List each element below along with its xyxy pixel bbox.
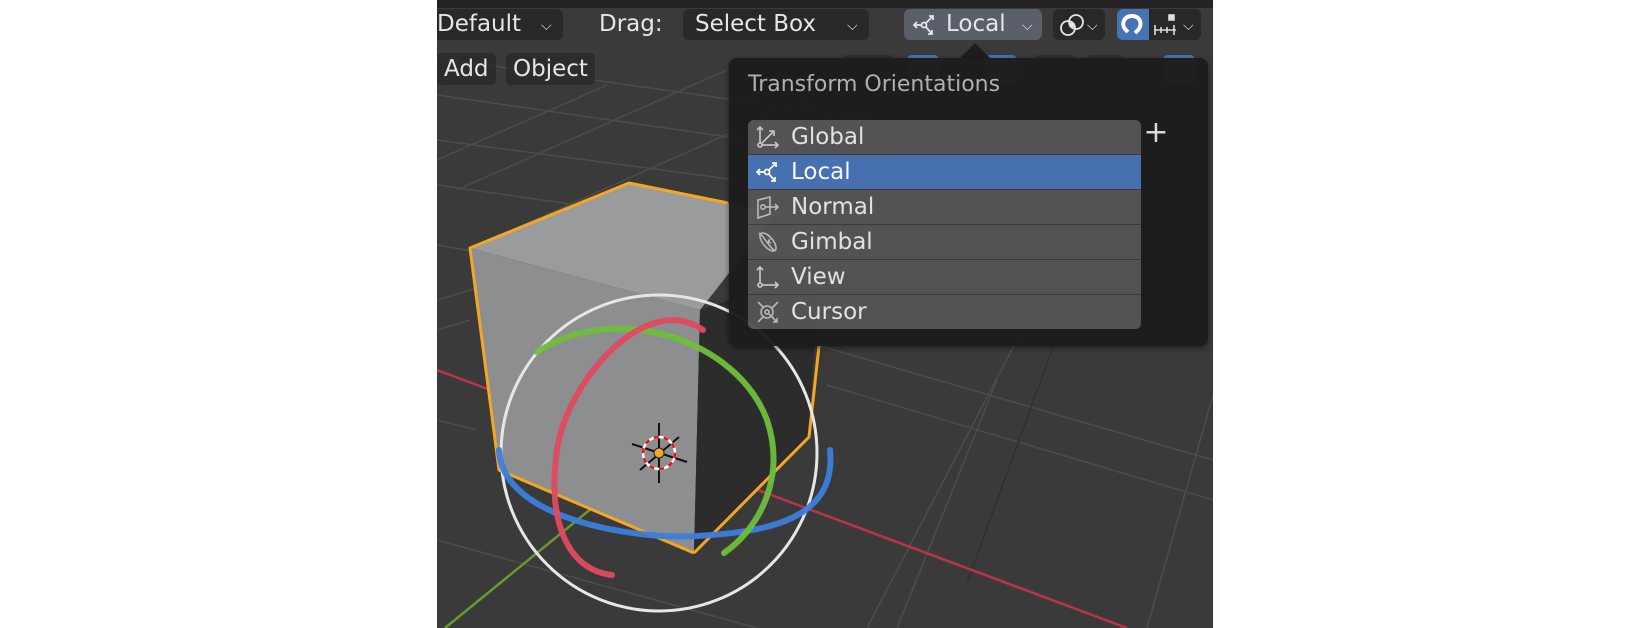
global-orientation-icon [753,122,783,152]
drag-label: Drag: [599,11,663,37]
chevron-down-icon: ⌵ [1183,18,1194,34]
orientation-list: Global Local Normal Gimbal View Cursor [748,120,1141,329]
drag-tool-value: Select Box [695,11,817,37]
gimbal-orientation-icon [753,227,783,257]
orientation-preset-value: Default [437,11,522,37]
magnet-icon [1120,12,1146,47]
menu-add[interactable]: Add [437,53,496,85]
snap-increment-icon [1152,12,1178,47]
grid-line-dark [966,349,1053,584]
orientation-item-gimbal[interactable]: Gimbal [748,224,1141,259]
orientation-item-normal[interactable]: Normal [748,189,1141,224]
drag-tool-dropdown[interactable]: Select Box ⌵ [683,9,869,40]
orientation-item-label: View [791,264,846,290]
orientation-item-cursor[interactable]: Cursor [748,294,1141,329]
top-border [437,0,1213,8]
orientation-item-label: Local [791,159,851,185]
popup-pointer [959,43,991,59]
orientation-item-label: Gimbal [791,229,873,255]
add-orientation-button[interactable]: + [1141,118,1171,148]
orientation-item-label: Cursor [791,299,867,325]
3d-viewport[interactable]: Default ⌵ Drag: Select Box ⌵ Local ⌵ ⌵ ⌵… [437,0,1213,628]
pivot-point-icon [1059,12,1085,47]
transform-orientations-popup: Transform Orientations + Global Local No… [729,58,1208,346]
transform-orientation-value: Local [946,11,1006,37]
chevron-down-icon: ⌵ [541,18,552,34]
popup-title: Transform Orientations [748,72,1001,97]
chevron-down-icon: ⌵ [1022,18,1033,34]
orientation-item-global[interactable]: Global [748,120,1141,154]
view-orientation-icon [753,262,783,292]
orientation-item-local[interactable]: Local [748,154,1141,189]
chevron-down-icon: ⌵ [847,18,858,34]
cursor-orientation-icon [753,297,783,327]
orientation-item-label: Normal [791,194,875,220]
object-origin [653,447,665,459]
local-orientation-icon [912,12,938,47]
snap-toggle[interactable] [1117,9,1149,40]
normal-orientation-icon [753,192,783,222]
snap-target-dropdown[interactable]: ⌵ [1149,9,1201,40]
orientation-item-view[interactable]: View [748,259,1141,294]
menu-object[interactable]: Object [506,53,595,85]
local-orientation-icon [753,157,783,187]
orientation-item-label: Global [791,124,865,150]
transform-orientation-dropdown[interactable]: Local ⌵ [904,9,1042,40]
chevron-down-icon: ⌵ [1087,18,1098,34]
pivot-point-dropdown[interactable]: ⌵ [1053,9,1105,40]
orientation-preset-dropdown[interactable]: Default ⌵ [437,9,563,40]
